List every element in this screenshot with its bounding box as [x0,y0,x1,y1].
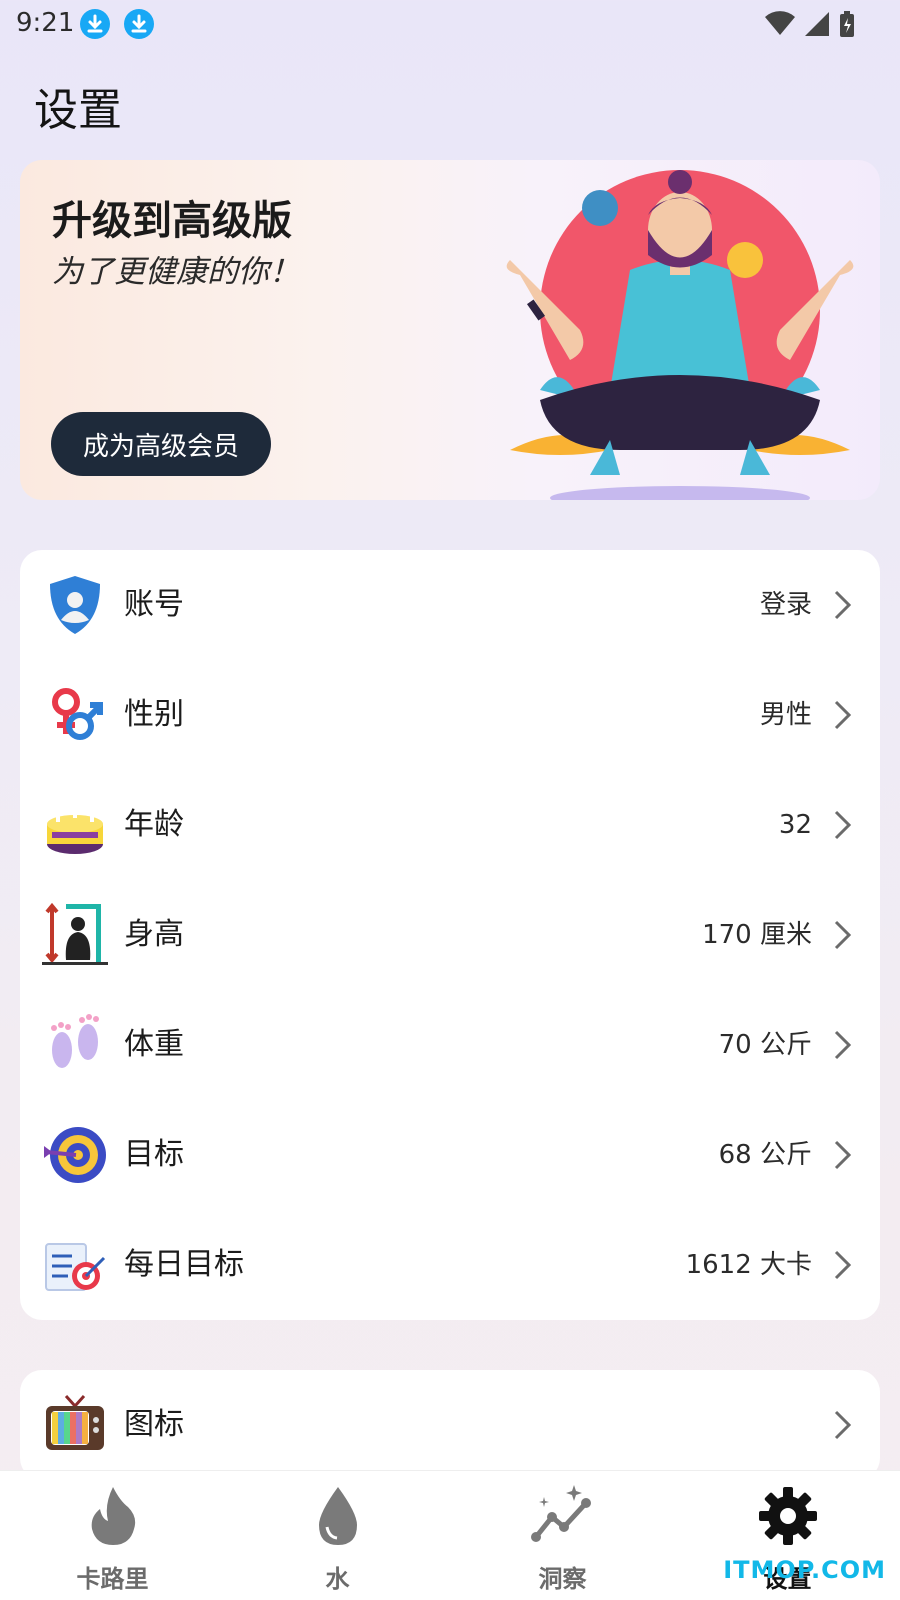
row-value: 170 厘米 [702,920,812,950]
chevron-right-icon [834,700,852,730]
row-label: 年龄 [124,807,184,842]
row-label: 目标 [124,1137,184,1172]
battery-icon [840,11,854,37]
yoga-illustration [506,170,854,500]
chevron-right-icon [834,1030,852,1060]
nav-label: 卡路里 [76,1565,149,1593]
page-title: 设置 [34,85,122,136]
flame-icon [91,1487,136,1545]
row-label: 账号 [124,587,184,622]
row-label: 体重 [124,1027,184,1062]
premium-subtitle: 为了更健康的你！ [52,254,300,290]
chevron-right-icon [834,920,852,950]
row-value: 男性 [759,700,812,730]
chevron-right-icon [834,1250,852,1280]
setting-row-target[interactable]: 目标 68 公斤 [20,1100,880,1210]
chevron-right-icon [834,1140,852,1170]
chevron-right-icon [834,1410,852,1440]
cake-icon [47,800,103,854]
row-value: 68 公斤 [718,1140,812,1170]
watermark: ITMOP.COM [723,1556,886,1584]
setting-row-weight[interactable]: 体重 70 公斤 [20,990,880,1100]
checklist-target-icon [45,1243,106,1291]
nav-label: 洞察 [538,1565,587,1593]
wifi-icon [765,11,795,36]
download-icon [124,9,154,39]
row-label: 图标 [124,1407,184,1442]
chevron-right-icon [834,810,852,840]
height-icon [42,902,108,965]
status-time: 9:21 [16,8,75,38]
download-icon [80,9,110,39]
row-label: 性别 [124,697,184,732]
premium-banner[interactable]: 升级到高级版 为了更健康的你！ 成为高级会员 [20,160,880,500]
icons-card: 图标 [20,1370,880,1480]
gender-icon [52,688,103,740]
nav-label: 水 [325,1565,350,1593]
setting-row-gender[interactable]: 性别 男性 [20,660,880,770]
nav-item-insights[interactable]: 洞察 [450,1471,675,1600]
shield-user-icon [50,576,100,634]
setting-row-account[interactable]: 账号 登录 [20,550,880,660]
row-value: 70 公斤 [718,1030,812,1060]
gear-icon [759,1487,817,1545]
premium-title: 升级到高级版 [52,198,292,244]
nav-item-water[interactable]: 水 [225,1471,450,1600]
row-label: 身高 [124,917,184,952]
target-icon [44,1127,106,1183]
tv-icon [46,1394,104,1450]
signal-icon [805,12,829,36]
row-label: 每日目标 [124,1247,244,1282]
settings-card: 账号 登录 性别 男性 年龄 32 身高 170 厘米 体重 70 公斤 目标 … [20,550,880,1320]
row-value: 32 [778,810,812,840]
setting-row-daily-goal[interactable]: 每日目标 1612 大卡 [20,1210,880,1320]
become-premium-button[interactable]: 成为高级会员 [51,412,271,476]
nav-item-calories[interactable]: 卡路里 [0,1471,225,1600]
status-bar: 9:21 [0,0,900,52]
setting-row-age[interactable]: 年龄 32 [20,770,880,880]
insights-icon [531,1485,591,1542]
setting-row-height[interactable]: 身高 170 厘米 [20,880,880,990]
footprints-icon [51,1014,99,1068]
setting-row-icons[interactable]: 图标 [20,1370,880,1480]
row-value: 登录 [759,590,812,620]
row-value: 1612 大卡 [685,1250,812,1280]
water-drop-icon [319,1487,357,1545]
chevron-right-icon [834,590,852,620]
